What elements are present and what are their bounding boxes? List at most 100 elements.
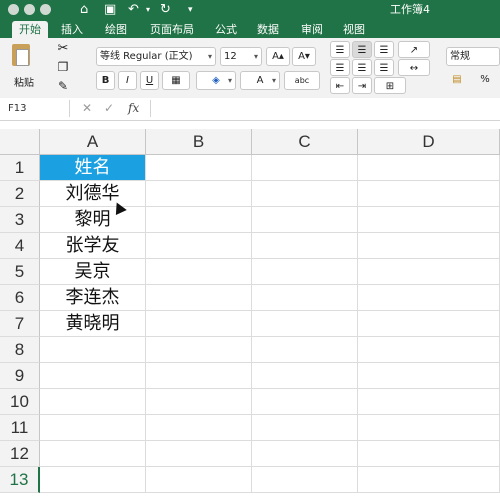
borders-button[interactable]: ▦	[162, 71, 190, 90]
cell[interactable]	[146, 233, 252, 259]
cell[interactable]	[40, 363, 146, 389]
cell[interactable]: 李连杰	[40, 285, 146, 311]
cell[interactable]	[252, 155, 358, 181]
decrease-indent-button[interactable]: ⇤	[330, 77, 350, 94]
paste-button-label[interactable]: 粘贴	[14, 74, 34, 89]
column-header-a[interactable]: A	[40, 129, 146, 155]
copy-icon[interactable]: ❐	[54, 59, 72, 77]
tab-page-layout[interactable]: 页面布局	[142, 21, 202, 38]
align-left-button[interactable]: ☰	[330, 59, 350, 76]
cell[interactable]: 黎明	[40, 207, 146, 233]
bold-button[interactable]: B	[96, 71, 115, 90]
cell[interactable]	[252, 311, 358, 337]
row-header[interactable]: 5	[0, 259, 40, 285]
minimize-window-button[interactable]	[24, 4, 35, 15]
cell[interactable]	[358, 181, 500, 207]
row-header[interactable]: 11	[0, 415, 40, 441]
cell[interactable]	[146, 259, 252, 285]
align-top-button[interactable]: ☰	[330, 41, 350, 58]
tab-review[interactable]: 审阅	[294, 21, 330, 38]
orientation-button[interactable]: ↗	[398, 41, 430, 58]
cell[interactable]: 姓名	[40, 155, 146, 181]
percent-format-icon[interactable]: %	[474, 71, 496, 90]
format-painter-icon[interactable]: ✎	[54, 78, 72, 96]
shrink-font-button[interactable]: A▾	[292, 47, 316, 66]
cell[interactable]	[358, 207, 500, 233]
cell[interactable]	[40, 337, 146, 363]
cell[interactable]	[146, 311, 252, 337]
cell[interactable]	[358, 311, 500, 337]
cell[interactable]	[358, 285, 500, 311]
column-header-c[interactable]: C	[252, 129, 358, 155]
grow-font-button[interactable]: A▴	[266, 47, 290, 66]
cell[interactable]	[252, 467, 358, 493]
cell[interactable]	[40, 415, 146, 441]
worksheet-grid[interactable]: A B C D 1 姓名 2 刘德华 3 黎明 4 张学友 5 吴京 6 李连杰 7 黄晓明 8 9 10 11 12 13	[0, 129, 500, 499]
tab-data[interactable]: 数据	[250, 21, 286, 38]
cell[interactable]	[252, 415, 358, 441]
cell[interactable]	[146, 467, 252, 493]
cell[interactable]	[40, 467, 146, 493]
row-header[interactable]: 7	[0, 311, 40, 337]
tab-formulas[interactable]: 公式	[208, 21, 244, 38]
fill-color-button[interactable]: ◈ ▾	[196, 71, 236, 90]
cell[interactable]	[358, 233, 500, 259]
cell[interactable]	[146, 415, 252, 441]
align-center-button[interactable]: ☰	[352, 59, 372, 76]
row-header[interactable]: 6	[0, 285, 40, 311]
cell[interactable]	[358, 415, 500, 441]
align-bottom-button[interactable]: ☰	[374, 41, 394, 58]
paste-icon[interactable]	[12, 44, 30, 66]
row-header[interactable]: 1	[0, 155, 40, 181]
row-header[interactable]: 2	[0, 181, 40, 207]
column-header-b[interactable]: B	[146, 129, 252, 155]
font-name-select[interactable]: 等线 Regular (正文) ▾	[96, 47, 216, 66]
font-size-select[interactable]: 12 ▾	[220, 47, 262, 66]
cell[interactable]	[252, 207, 358, 233]
row-header[interactable]: 13	[0, 467, 40, 493]
maximize-window-button[interactable]	[40, 4, 51, 15]
cell[interactable]	[252, 285, 358, 311]
cell[interactable]	[252, 233, 358, 259]
italic-button[interactable]: I	[118, 71, 137, 90]
cell[interactable]	[358, 363, 500, 389]
wrap-text-button[interactable]: ↔	[398, 59, 430, 76]
customize-icon[interactable]: ▾	[188, 1, 193, 19]
number-format-select[interactable]: 常规	[446, 47, 500, 66]
cell[interactable]: 张学友	[40, 233, 146, 259]
cell[interactable]	[146, 363, 252, 389]
underline-button[interactable]: U	[140, 71, 159, 90]
cell[interactable]: 刘德华	[40, 181, 146, 207]
cell[interactable]	[252, 363, 358, 389]
cell[interactable]	[146, 389, 252, 415]
cell[interactable]	[146, 207, 252, 233]
cell[interactable]	[252, 337, 358, 363]
row-header[interactable]: 3	[0, 207, 40, 233]
cell[interactable]	[252, 259, 358, 285]
increase-indent-button[interactable]: ⇥	[352, 77, 372, 94]
name-box[interactable]: F13	[2, 100, 70, 117]
merge-center-button[interactable]: ⊞	[374, 77, 406, 94]
align-middle-button[interactable]: ☰	[352, 41, 372, 58]
cell[interactable]	[358, 259, 500, 285]
formula-input[interactable]	[150, 100, 497, 117]
cell[interactable]: 黄晓明	[40, 311, 146, 337]
row-header[interactable]: 12	[0, 441, 40, 467]
select-all-corner[interactable]	[0, 129, 40, 155]
save-icon[interactable]: ▣	[104, 1, 116, 19]
cell[interactable]	[146, 337, 252, 363]
cell[interactable]	[358, 337, 500, 363]
confirm-entry-icon[interactable]: ✓	[104, 100, 114, 117]
cell[interactable]	[146, 441, 252, 467]
home-icon[interactable]: ⌂	[80, 1, 88, 19]
undo-dropdown-icon[interactable]: ▾	[146, 1, 150, 19]
close-window-button[interactable]	[8, 4, 19, 15]
cell[interactable]	[358, 441, 500, 467]
align-right-button[interactable]: ☰	[374, 59, 394, 76]
cell[interactable]	[358, 155, 500, 181]
tab-draw[interactable]: 绘图	[98, 21, 134, 38]
cell[interactable]	[40, 441, 146, 467]
cell[interactable]	[252, 389, 358, 415]
row-header[interactable]: 8	[0, 337, 40, 363]
accounting-format-icon[interactable]: ▤	[446, 71, 468, 90]
